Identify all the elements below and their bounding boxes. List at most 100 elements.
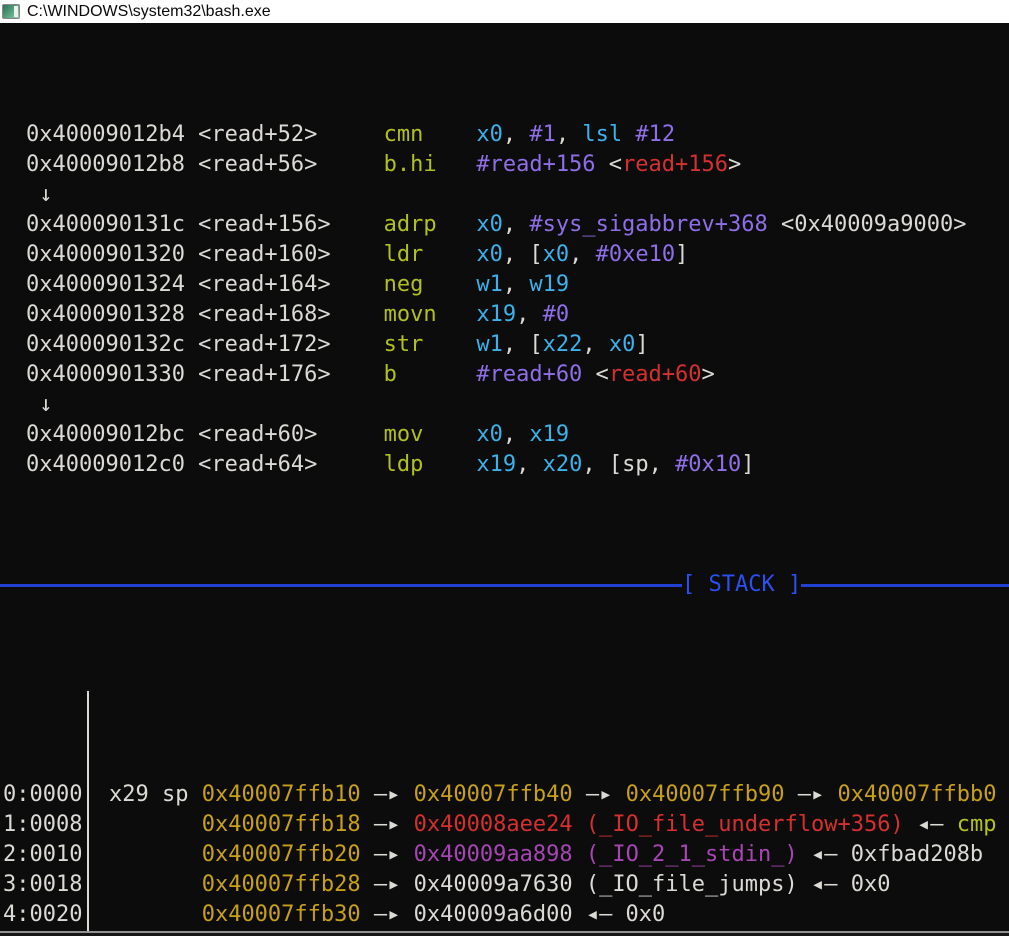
text-segment-fg: ] — [635, 332, 649, 357]
text-segment-imm: #read+60 — [476, 362, 583, 387]
disasm-line: 0x4000901330 <read+176> b #read+60 <read… — [0, 360, 1009, 390]
text-segment-yel: 0x40007ffb10 — [201, 782, 361, 807]
disasm-line: 0x400090132c <read+172> str w1, [x22, x0… — [0, 330, 1009, 360]
disasm-line: 0x4000901320 <read+160> ldr x0, [x0, #0x… — [0, 240, 1009, 270]
text-segment-mn: cmp — [956, 812, 997, 837]
text-segment-reg: x19 — [529, 422, 570, 447]
text-segment-reg: w19 — [529, 272, 570, 297]
text-segment-fg: —▸ — [360, 782, 414, 807]
divider-line — [0, 583, 682, 587]
text-segment-red: read+60 — [608, 362, 702, 387]
text-segment-fg — [622, 122, 635, 147]
text-segment-fg: , — [502, 272, 530, 297]
stack-row: 3:0018 0x40007ffb28 —▸ 0x40009a7630 (_IO… — [0, 870, 1009, 900]
disassembly-section: 0x40009012b4 <read+52> cmn x0, #1, lsl #… — [0, 120, 1009, 480]
divider-line — [801, 583, 1009, 587]
text-segment-mn: ldr — [383, 242, 477, 267]
disasm-line: 0x40009012c0 <read+64> ldp x19, x20, [sp… — [0, 450, 1009, 480]
text-segment-yel: 0x40007ffbb0 — [837, 782, 997, 807]
text-segment-reg: x0 — [476, 242, 503, 267]
text-segment-imm: #0x10 — [675, 452, 742, 477]
text-segment-yel: 0x40007ffb28 — [201, 872, 361, 897]
text-segment-reg: w1 — [476, 332, 503, 357]
text-segment-fg: , — [502, 212, 530, 237]
text-segment-fg: , [ — [502, 242, 543, 267]
text-segment-fg: , [ — [502, 332, 543, 357]
text-segment-mag: 0x40009aa898 (_IO_2_1_stdin_) — [413, 842, 798, 867]
text-segment-fg: > — [728, 152, 742, 177]
disasm-line: 0x4000901324 <read+164> neg w1, w19 — [0, 270, 1009, 300]
text-segment-reg: x0 — [608, 332, 636, 357]
text-segment-fg: 0x4000901328 <read+168> — [26, 302, 384, 327]
text-segment-fg: 0x40009012c0 <read+64> — [26, 452, 384, 477]
text-segment-fg — [109, 872, 202, 897]
text-segment-yel: 0x40007ffb30 — [201, 902, 361, 927]
text-segment-mn: mov — [383, 422, 477, 447]
stack-section: 0:0000 x29 sp 0x40007ffb10 —▸ 0x40007ffb… — [0, 690, 1009, 936]
text-segment-fg: , — [569, 242, 596, 267]
text-segment-fg: , — [582, 332, 609, 357]
text-segment-fg: ◂— — [903, 812, 957, 837]
text-segment-fg: 0x40009012b8 <read+56> — [26, 152, 384, 177]
text-segment-fg: ] — [675, 242, 689, 267]
disasm-line: 0x40009012bc <read+60> mov x0, x19 — [0, 420, 1009, 450]
text-segment-red: 0x40008aee24 (_IO_file_underflow+356) — [413, 812, 904, 837]
text-segment-reg: x22 — [542, 332, 583, 357]
text-segment-reg: x20 — [542, 452, 583, 477]
text-segment-fg: 0x4000901320 <read+160> — [26, 242, 384, 267]
text-segment-reg: x19 — [476, 302, 517, 327]
text-segment-imm: #read+156 — [476, 152, 596, 177]
text-segment-fg: 0x4000901324 <read+164> — [26, 272, 384, 297]
text-segment-mn: b — [383, 362, 477, 387]
stack-row: 1:0008 0x40007ffb18 —▸ 0x40008aee24 (_IO… — [0, 810, 1009, 840]
stack-row: 2:0010 0x40007ffb20 —▸ 0x40009aa898 (_IO… — [0, 840, 1009, 870]
text-segment-fg: —▸ — [784, 782, 838, 807]
text-segment-mn: ldp — [383, 452, 477, 477]
bash-app-icon — [2, 4, 20, 19]
text-segment-mn: b.hi — [383, 152, 477, 177]
text-segment-fg — [109, 812, 202, 837]
terminal-screen[interactable]: 0x40009012b4 <read+52> cmn x0, #1, lsl #… — [0, 23, 1009, 936]
text-segment-reg: x0 — [476, 422, 503, 447]
stack-row: 4:0020 0x40007ffb30 —▸ 0x40009a6d00 ◂— 0… — [0, 900, 1009, 930]
text-segment-fg: <0x40009a9000> — [767, 212, 967, 237]
text-segment-imm: #sys_sigabbrev+368 — [529, 212, 768, 237]
text-segment-fg: 0:0000 — [3, 782, 83, 807]
disasm-line: 0x40009012b8 <read+56> b.hi #read+156 <r… — [0, 150, 1009, 180]
disasm-line: 0x4000901328 <read+168> movn x19, #0 — [0, 300, 1009, 330]
text-segment-yel: 0x40007ffb18 — [201, 812, 361, 837]
text-segment-imm: #12 — [635, 122, 676, 147]
text-segment-red: read+156 — [622, 152, 729, 177]
text-segment-yel: 0x40007ffb20 — [201, 842, 361, 867]
text-segment-fg: 0x40009012bc <read+60> — [26, 422, 384, 447]
text-segment-fg: 4:0020 — [3, 902, 83, 927]
title-bar[interactable]: C:\WINDOWS\system32\bash.exe — [0, 0, 1009, 23]
text-segment-fg: —▸ — [360, 842, 414, 867]
disasm-line: ↓ — [0, 180, 1009, 210]
text-segment-fg: ◂— 0xfbad208b — [797, 842, 984, 867]
disasm-line: 0x400090131c <read+156> adrp x0, #sys_si… — [0, 210, 1009, 240]
text-segment-fg — [109, 902, 202, 927]
text-segment-fg: 0x40009012b4 <read+52> — [26, 122, 384, 147]
text-segment-fg: , — [502, 122, 530, 147]
stack-section-title: [ STACK ] — [682, 572, 802, 597]
text-segment-reg: x0 — [476, 122, 503, 147]
window-title: C:\WINDOWS\system32\bash.exe — [27, 2, 271, 20]
text-segment-fg: , — [502, 422, 530, 447]
text-segment-yel: 0x40007ffb90 — [625, 782, 785, 807]
text-segment-fg: 2:0010 — [3, 842, 83, 867]
text-segment-reg: x0 — [542, 242, 570, 267]
text-segment-fg: ] — [741, 452, 755, 477]
text-segment-fg: ↓ — [26, 392, 53, 417]
terminal-window: C:\WINDOWS\system32\bash.exe 0x40009012b… — [0, 0, 1009, 936]
text-segment-mn: adrp — [383, 212, 477, 237]
text-segment-imm: #0 — [542, 302, 570, 327]
text-segment-fg: > — [701, 362, 715, 387]
text-segment-reg: lsl — [582, 122, 623, 147]
text-segment-mn: cmn — [383, 122, 477, 147]
window-bottom-edge — [0, 931, 1009, 936]
text-segment-imm: #1 — [529, 122, 556, 147]
text-segment-fg: , — [516, 302, 543, 327]
text-segment-fg: 1:0008 — [3, 812, 83, 837]
stack-row: 0:0000 x29 sp 0x40007ffb10 —▸ 0x40007ffb… — [0, 780, 1009, 810]
